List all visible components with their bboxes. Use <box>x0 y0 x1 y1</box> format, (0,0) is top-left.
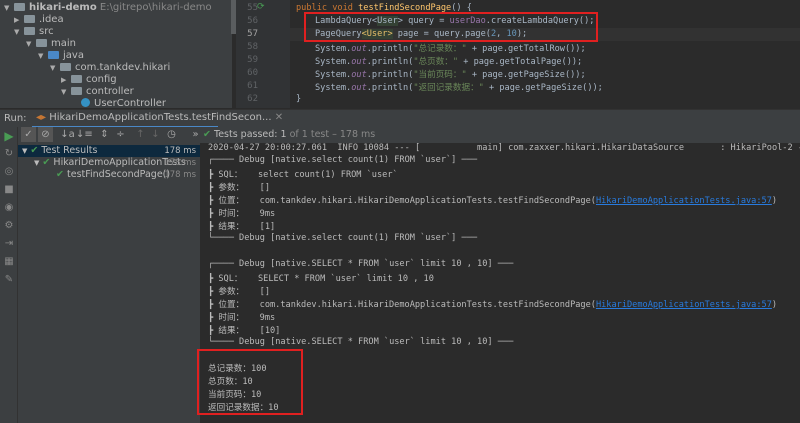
package-icon <box>71 75 82 83</box>
run-test-icon[interactable]: ⟳ <box>257 2 265 12</box>
line-number: 60 <box>247 68 258 78</box>
line-number: 56 <box>247 16 258 26</box>
show-passed-icon[interactable]: ✓ <box>21 127 36 142</box>
tree-item-java[interactable]: ▼ java <box>38 50 84 62</box>
tree-item-src[interactable]: ▼ src <box>14 26 54 38</box>
run-label: Run: <box>4 113 27 124</box>
tree-item-controller[interactable]: ▼ controller <box>61 86 134 98</box>
debug-time: ┣ 时间： 9ms <box>208 209 276 219</box>
source-link[interactable]: HikariDemoApplicationTests.java:57 <box>596 196 772 206</box>
test-run-icon: ◂▸ <box>36 112 47 123</box>
code-line-59: System.out.println("总页数：" + page.getTota… <box>315 57 583 67</box>
prev-failed-icon[interactable]: ↑ <box>133 127 148 142</box>
folder-icon <box>36 39 47 47</box>
debug-result: ┣ 结果： [1] <box>208 222 276 232</box>
line-number: 59 <box>247 55 258 65</box>
exit-icon[interactable]: ⇥ <box>2 237 16 251</box>
sort-duration-icon[interactable]: ↓≡ <box>76 127 93 142</box>
debug-params: ┣ 参数： [] <box>208 183 270 193</box>
rerun-icon[interactable]: ▶ <box>2 129 16 143</box>
package-icon <box>60 63 71 71</box>
code-line-62: } <box>296 94 302 104</box>
layout-icon[interactable]: ▦ <box>2 255 16 269</box>
folder-icon <box>24 15 35 23</box>
close-tab-icon[interactable]: ✕ <box>275 112 283 123</box>
source-link[interactable]: HikariDemoApplicationTests.java:57 <box>596 300 772 310</box>
tests-status: ✔ Tests passed: 1 of 1 test – 178 ms <box>203 129 376 140</box>
check-icon: ✔ <box>42 157 51 168</box>
editor-gutter: 55 ⟳ 56 57 58 59 60 61 62 <box>236 0 290 108</box>
check-icon: ✔ <box>203 129 211 140</box>
run-tab[interactable]: ◂▸ HikariDemoApplicationTests.testFindSe… <box>32 110 283 128</box>
debug-header: ┌──── Debug [native.SELECT * FROM `user`… <box>208 259 514 269</box>
toggle-autotest-icon[interactable]: ◎ <box>2 165 16 179</box>
code-line-58: System.out.println("总记录数：" + page.getTot… <box>315 44 586 54</box>
code-line-61: System.out.println("返回记录数据：" + page.getP… <box>315 83 603 93</box>
code-line-60: System.out.println("当前页码：" + page.getPag… <box>315 70 586 80</box>
line-number: 58 <box>247 42 258 52</box>
test-row-method[interactable]: ✔ testFindSecondPage() 178 ms <box>18 169 200 181</box>
line-number: 62 <box>247 94 258 104</box>
highlight-box-output <box>197 349 303 415</box>
package-icon <box>71 87 82 95</box>
test-row-class[interactable]: ▼ ✔ HikariDemoApplicationTests 178 ms <box>18 157 200 169</box>
tree-item-package[interactable]: ▼ com.tankdev.hikari <box>50 62 170 74</box>
highlight-box-code <box>304 12 598 42</box>
tree-root[interactable]: ▼ hikari-demo E:\gitrepo\hikari-demo <box>4 2 212 14</box>
source-folder-icon <box>48 51 59 59</box>
test-toolbar: ✓ ⊘ ↓a ↓≡ ⇕ ÷ ↑ ↓ ◷ » ✔ Tests passed: 1 … <box>18 127 800 143</box>
sort-alpha-icon[interactable]: ↓a <box>60 127 75 142</box>
expand-all-icon[interactable]: ⇕ <box>97 127 112 142</box>
debug-footer: └──── Debug [native.SELECT * FROM `user`… <box>208 337 514 347</box>
folder-icon <box>24 27 35 35</box>
settings-icon[interactable]: ⚙ <box>2 219 16 233</box>
debug-time: ┣ 时间： 9ms <box>208 313 276 323</box>
line-number: 61 <box>247 81 258 91</box>
class-icon <box>81 98 90 107</box>
stop-icon[interactable]: ■ <box>2 183 16 197</box>
test-results-tree: ▼ ✔ Test Results 178 ms ▼ ✔ HikariDemoApp… <box>18 143 200 423</box>
tree-item-idea[interactable]: ▶ .idea <box>14 14 64 26</box>
more-icon[interactable]: » <box>188 127 203 142</box>
history-icon[interactable]: ◷ <box>164 127 179 142</box>
debug-result: ┣ 结果： [10] <box>208 326 281 336</box>
rerun-failed-icon[interactable]: ↻ <box>2 147 16 161</box>
line-number: 55 <box>247 3 258 13</box>
run-side-toolbar: ▶ ↻ ◎ ■ ◉ ⚙ ⇥ ▦ ✎ <box>0 127 18 423</box>
tree-item-config[interactable]: ▶ config <box>61 74 117 86</box>
camera-icon[interactable]: ◉ <box>2 201 16 215</box>
debug-sql: ┣ SQL： SELECT * FROM `user` limit 10 , 1… <box>208 274 434 284</box>
tree-item-main[interactable]: ▼ main <box>26 38 76 50</box>
next-failed-icon[interactable]: ↓ <box>148 127 163 142</box>
project-tree: ▼ hikari-demo E:\gitrepo\hikari-demo ▶ .id… <box>0 0 232 109</box>
run-tool-window-header: Run: ◂▸ HikariDemoApplicationTests.testF… <box>0 109 800 128</box>
test-row-root[interactable]: ▼ ✔ Test Results 178 ms <box>18 145 200 157</box>
debug-sql: ┣ SQL： select count(1) FROM `user` <box>208 170 398 180</box>
debug-footer: └──── Debug [native.select count(1) FROM… <box>208 233 478 243</box>
show-ignored-icon[interactable]: ⊘ <box>38 127 53 142</box>
line-number: 57 <box>247 29 258 39</box>
log-line: 2020-04-27 20:00:27.061 INFO 10084 --- [… <box>208 143 800 153</box>
debug-header: ┌──── Debug [native.select count(1) FROM… <box>208 155 478 165</box>
check-icon: ✔ <box>56 169 64 180</box>
debug-position: ┣ 位置： com.tankdev.hikari.HikariDemoAppli… <box>208 196 778 206</box>
debug-position: ┣ 位置： com.tankdev.hikari.HikariDemoAppli… <box>208 300 778 310</box>
check-icon: ✔ <box>30 145 39 156</box>
debug-params: ┣ 参数： [] <box>208 287 270 297</box>
pin-icon[interactable]: ✎ <box>2 273 16 287</box>
collapse-all-icon[interactable]: ÷ <box>113 127 128 142</box>
